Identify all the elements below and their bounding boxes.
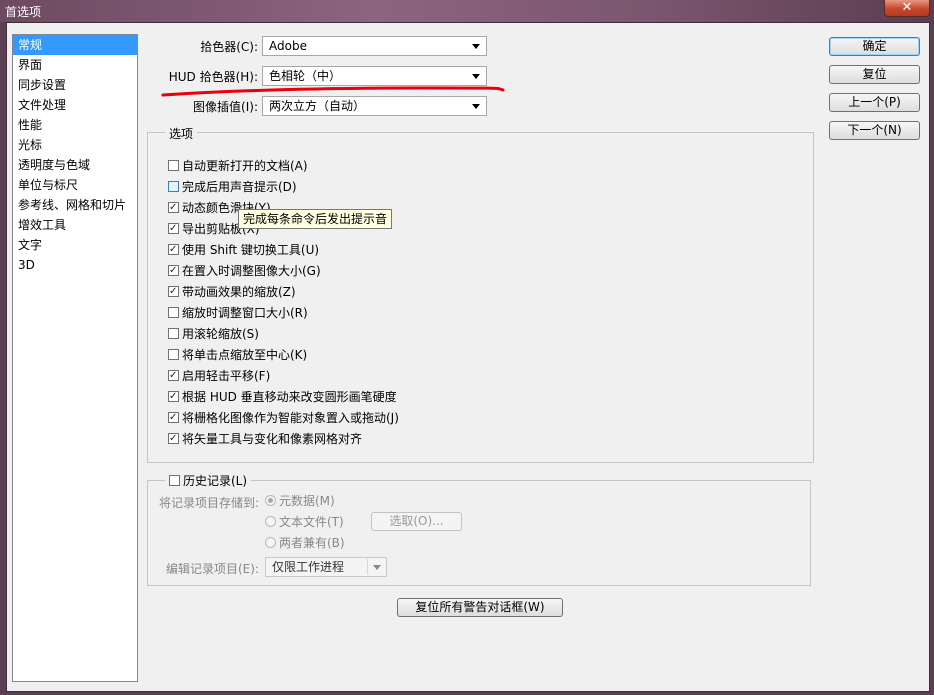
history-label: 历史记录(L) <box>183 474 248 488</box>
tooltip: 完成每条命令后发出提示音 <box>238 209 393 229</box>
nav-item[interactable]: 文件处理 <box>13 95 137 115</box>
checkbox[interactable] <box>168 202 179 213</box>
category-list[interactable]: 常规 界面 同步设置 文件处理 性能 光标 透明度与色域 单位与标尺 参考线、网格和切片 增效工具… <box>12 34 138 682</box>
edit-log-select[interactable]: 仅限工作进程 <box>265 557 387 577</box>
checkbox[interactable] <box>168 223 179 234</box>
reset-warnings-button[interactable]: 复位所有警告对话框(W) <box>397 598 563 617</box>
option-checkbox-row[interactable]: 使用 Shift 键切换工具(U) <box>168 242 319 258</box>
choose-button[interactable]: 选取(O)... <box>371 512 462 531</box>
chevron-down-icon <box>472 44 480 49</box>
prev-button[interactable]: 上一个(P) <box>829 93 920 112</box>
next-button[interactable]: 下一个(N) <box>829 121 920 140</box>
save-to-radio-row[interactable]: 两者兼有(B) <box>265 535 345 551</box>
nav-item[interactable]: 文字 <box>13 235 137 255</box>
checkbox[interactable] <box>168 349 179 360</box>
checkbox[interactable] <box>168 433 179 444</box>
chevron-down-icon <box>472 104 480 109</box>
reset-button[interactable]: 复位 <box>829 65 920 84</box>
option-checkbox-row[interactable]: 根据 HUD 垂直移动来改变圆形画笔硬度 <box>168 389 397 405</box>
checkbox[interactable] <box>168 370 179 381</box>
option-checkbox-row[interactable]: 自动更新打开的文档(A) <box>168 158 308 174</box>
option-label: 将栅格化图像作为智能对象置入或拖动(J) <box>182 411 399 425</box>
nav-item[interactable]: 透明度与色域 <box>13 155 137 175</box>
edit-log-label: 编辑记录项目(E): <box>166 562 259 576</box>
interpolation-label: 图像插值(I): <box>193 100 258 114</box>
window-title: 首选项 <box>5 5 42 19</box>
option-checkbox-row[interactable]: 用滚轮缩放(S) <box>168 326 259 342</box>
options-group-title: 选项 <box>165 125 198 142</box>
checkbox[interactable] <box>168 286 179 297</box>
radio-button[interactable] <box>265 495 276 506</box>
nav-item[interactable]: 参考线、网格和切片 <box>13 195 137 215</box>
nav-item[interactable]: 3D <box>13 255 137 275</box>
option-checkbox-row[interactable]: 将矢量工具与变化和像素网格对齐 <box>168 431 362 447</box>
option-checkbox-row[interactable]: 启用轻击平移(F) <box>168 368 270 384</box>
option-label: 将矢量工具与变化和像素网格对齐 <box>182 432 363 446</box>
interpolation-select[interactable]: 两次立方（自动） <box>262 96 487 116</box>
close-button[interactable]: ✕ <box>884 0 930 17</box>
option-label: 自动更新打开的文档(A) <box>182 159 308 173</box>
save-to-label: 将记录项目存储到: <box>158 496 259 510</box>
option-label: 将单击点缩放至中心(K) <box>182 348 308 362</box>
nav-item[interactable]: 常规 <box>13 35 137 55</box>
option-checkbox-row[interactable]: 在置入时调整图像大小(G) <box>168 263 321 279</box>
option-label: 根据 HUD 垂直移动来改变圆形画笔硬度 <box>182 390 397 404</box>
radio-button[interactable] <box>265 516 276 527</box>
option-checkbox-row[interactable]: 完成后用声音提示(D) <box>168 179 297 195</box>
option-label: 缩放时调整窗口大小(R) <box>182 306 308 320</box>
option-checkbox-row[interactable]: 带动画效果的缩放(Z) <box>168 284 296 300</box>
checkbox[interactable] <box>168 328 179 339</box>
radio-label: 两者兼有(B) <box>279 536 345 550</box>
radio-label: 元数据(M) <box>279 494 335 508</box>
checkbox[interactable] <box>168 181 179 192</box>
option-label: 启用轻击平移(F) <box>182 369 271 383</box>
checkbox[interactable] <box>168 244 179 255</box>
dialog-client: 常规 界面 同步设置 文件处理 性能 光标 透明度与色域 单位与标尺 参考线、网格和切片 增效工具… <box>6 22 930 692</box>
hud-picker-label: HUD 拾色器(H): <box>168 70 258 84</box>
radio-label: 文本文件(T) <box>279 515 344 529</box>
history-group-title: 历史记录(L) <box>165 472 252 489</box>
title-bar: 首选项 ✕ <box>0 0 934 22</box>
color-picker-value: Adobe <box>269 39 307 53</box>
option-label: 完成后用声音提示(D) <box>182 180 297 194</box>
checkbox[interactable] <box>168 412 179 423</box>
save-to-radio-row[interactable]: 文本文件(T) <box>265 514 344 530</box>
option-label: 带动画效果的缩放(Z) <box>182 285 296 299</box>
edit-log-value: 仅限工作进程 <box>272 560 345 574</box>
chevron-down-icon <box>472 74 480 79</box>
option-label: 在置入时调整图像大小(G) <box>182 264 321 278</box>
nav-item[interactable]: 光标 <box>13 135 137 155</box>
radio-button[interactable] <box>265 537 276 548</box>
history-checkbox[interactable] <box>169 475 180 486</box>
checkbox[interactable] <box>168 265 179 276</box>
hud-picker-select[interactable]: 色相轮（中） <box>262 66 487 86</box>
option-checkbox-row[interactable]: 将单击点缩放至中心(K) <box>168 347 307 363</box>
nav-item[interactable]: 性能 <box>13 115 137 135</box>
checkbox[interactable] <box>168 307 179 318</box>
color-picker-label: 拾色器(C): <box>200 40 258 54</box>
checkbox[interactable] <box>168 391 179 402</box>
chevron-down-icon <box>373 565 381 570</box>
hud-picker-value: 色相轮（中） <box>269 69 342 83</box>
checkbox[interactable] <box>168 160 179 171</box>
option-checkbox-row[interactable]: 缩放时调整窗口大小(R) <box>168 305 308 321</box>
nav-item[interactable]: 同步设置 <box>13 75 137 95</box>
nav-item[interactable]: 单位与标尺 <box>13 175 137 195</box>
option-label: 使用 Shift 键切换工具(U) <box>182 243 320 257</box>
color-picker-select[interactable]: Adobe <box>262 36 487 56</box>
save-to-radio-row[interactable]: 元数据(M) <box>265 493 335 509</box>
option-checkbox-row[interactable]: 将栅格化图像作为智能对象置入或拖动(J) <box>168 410 399 426</box>
close-icon: ✕ <box>901 0 913 15</box>
nav-item[interactable]: 界面 <box>13 55 137 75</box>
option-label: 用滚轮缩放(S) <box>182 327 259 341</box>
ok-button[interactable]: 确定 <box>829 37 920 56</box>
interpolation-value: 两次立方（自动） <box>269 99 366 113</box>
nav-item[interactable]: 增效工具 <box>13 215 137 235</box>
